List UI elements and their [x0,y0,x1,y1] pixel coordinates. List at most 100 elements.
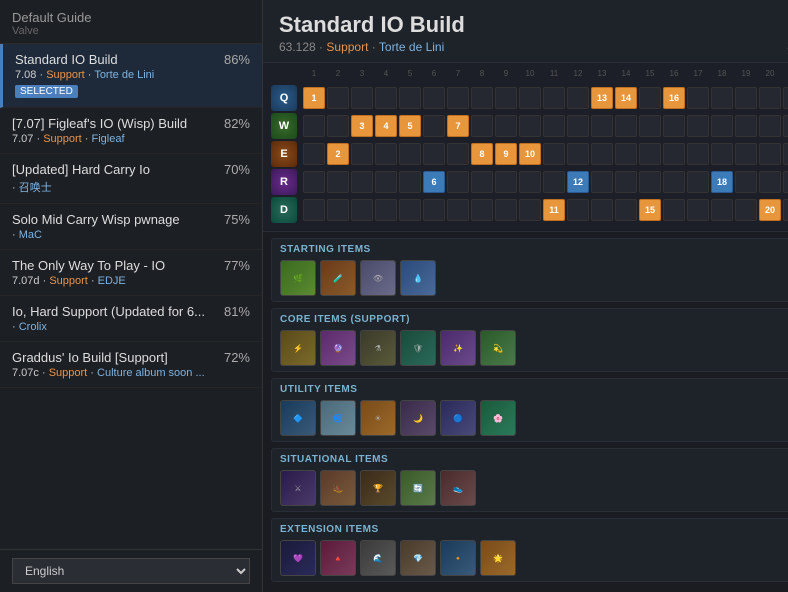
item-icons-extension: 💜🔺🌊💎🔸🌟 [280,540,788,576]
item-flask[interactable]: 🧪 [320,260,356,296]
item-greaves[interactable]: 🥾 [320,470,356,506]
item-author-sep: · [12,229,19,241]
item-item-ext4[interactable]: 💎 [400,540,436,576]
sidebar-item-standard-io[interactable]: Standard IO Build 86% 7.08 · Support · T… [0,44,262,108]
sidebar-item-io-hard-support[interactable]: Io, Hard Support (Updated for 6... 81% ·… [0,296,262,342]
item-travel[interactable]: 👟 [440,470,476,506]
skill-cell-q-13: 13 [591,87,613,109]
skill-cell-w-6 [423,115,445,137]
sidebar-item-only-way[interactable]: The Only Way To Play - IO 77% 7.07d · Su… [0,250,262,296]
skill-cell-e-15 [639,143,661,165]
skill-cell-w-9 [495,115,517,137]
language-select[interactable]: English [12,558,250,584]
skill-cell-r-19 [735,171,757,193]
skill-cell-q-20 [759,87,781,109]
item-version: 7.08 [15,69,36,81]
level-num-8: 8 [471,69,493,83]
item-tango[interactable]: 🌿 [280,260,316,296]
main-separator2: · [372,40,379,54]
skill-cell-e-10: 10 [519,143,541,165]
skill-cell-e-17 [687,143,709,165]
sidebar-item-solo-mid[interactable]: Solo Mid Carry Wisp pwnage 75% · MaC [0,204,262,250]
skill-cell-d-6 [423,199,445,221]
skill-cell-r-21 [783,171,788,193]
item-pct: 75% [224,212,250,227]
skill-cell-e-19 [735,143,757,165]
level-num-21: 21 [783,69,788,83]
item-pipe[interactable]: 🔵 [440,400,476,436]
skill-cell-d-20: 20 [759,199,781,221]
item-ward[interactable]: 👁 [360,260,396,296]
item-tag: · [33,133,43,145]
item-item-ext5[interactable]: 🔸 [440,540,476,576]
item-veil[interactable]: 🌙 [400,400,436,436]
skill-row-d: D11152025 [271,197,788,223]
item-author-sep: · [88,275,98,287]
item-urn[interactable]: ⚗ [360,330,396,366]
item-pct: 81% [224,304,250,319]
item-force[interactable]: 💫 [480,330,516,366]
item-refresher[interactable]: 🔄 [400,470,436,506]
item-author: 召唤士 [19,182,52,194]
sidebar-item-hard-carry[interactable]: [Updated] Hard Carry Io 70% · 召唤士 [0,154,262,204]
item-magic-wand[interactable]: ⚡ [280,330,316,366]
item-arcane[interactable]: 🔮 [320,330,356,366]
item-soul[interactable]: 💜 [280,540,316,576]
skill-cell-w-3: 3 [351,115,373,137]
skill-cell-r-16 [663,171,685,193]
level-num-5: 5 [399,69,421,83]
item-icons-core: ⚡🔮⚗🛡✨💫 [280,330,788,366]
skill-row-w: W3457 [271,113,788,139]
skill-timeline: 1234567891011121314151617181920212223242… [263,63,788,232]
item-mekansm[interactable]: 🛡 [400,330,436,366]
skill-cell-e-21 [783,143,788,165]
skill-cell-r-18: 18 [711,171,733,193]
skill-cell-w-1 [303,115,325,137]
skill-cell-w-5: 5 [399,115,421,137]
level-num-18: 18 [711,69,733,83]
skill-cell-e-13 [591,143,613,165]
item-title-row: Standard IO Build 86% [15,52,250,67]
main-tag: Support [326,40,368,54]
item-group-starting: STARTING ITEMS🌿🧪👁💧 [271,238,788,302]
item-aether[interactable]: 🔷 [280,400,316,436]
item-meta: 7.07d · Support · EDJE [12,275,250,287]
item-aghs[interactable]: 🏆 [360,470,396,506]
item-title-row: Graddus' Io Build [Support] 72% [12,350,250,365]
item-blink[interactable]: ⚔ [280,470,316,506]
sidebar-item-graddus[interactable]: Graddus' Io Build [Support] 72% 7.07c · … [0,342,262,388]
item-pct: 72% [224,350,250,365]
item-euls[interactable]: 🌀 [320,400,356,436]
item-item-ext3[interactable]: 🌊 [360,540,396,576]
level-num-2: 2 [327,69,349,83]
skill-cell-w-19 [735,115,757,137]
item-clarity[interactable]: 💧 [400,260,436,296]
level-num-4: 4 [375,69,397,83]
item-lotus[interactable]: 🌸 [480,400,516,436]
skill-cell-r-5 [399,171,421,193]
item-pct: 82% [224,116,250,131]
sidebar-item-figleaf-io[interactable]: [7.07] Figleaf's IO (Wisp) Build 82% 7.0… [0,108,262,154]
item-solar[interactable]: ☀ [360,400,396,436]
skill-cell-q-18 [711,87,733,109]
skill-cell-e-5 [399,143,421,165]
skill-cell-q-11 [543,87,565,109]
item-title-text: Solo Mid Carry Wisp pwnage [12,212,180,227]
skill-cell-r-15 [639,171,661,193]
item-octarine[interactable]: 🔺 [320,540,356,576]
item-title-text: [Updated] Hard Carry Io [12,162,150,177]
skill-cells-r: 61218 [303,171,788,193]
skill-cell-w-20 [759,115,781,137]
item-glimmer[interactable]: ✨ [440,330,476,366]
item-icons-utility: 🔷🌀☀🌙🔵🌸 [280,400,788,436]
skill-cell-d-11: 11 [543,199,565,221]
item-item-ext6[interactable]: 🌟 [480,540,516,576]
item-group-header-utility: UTILITY ITEMS [280,384,788,395]
skill-cell-d-16 [663,199,685,221]
skill-cell-e-9: 9 [495,143,517,165]
item-icons-situational: ⚔🥾🏆🔄👟 [280,470,788,506]
skill-cell-q-5 [399,87,421,109]
skill-cell-q-2 [327,87,349,109]
skill-cell-w-16 [663,115,685,137]
skill-cell-e-6 [423,143,445,165]
